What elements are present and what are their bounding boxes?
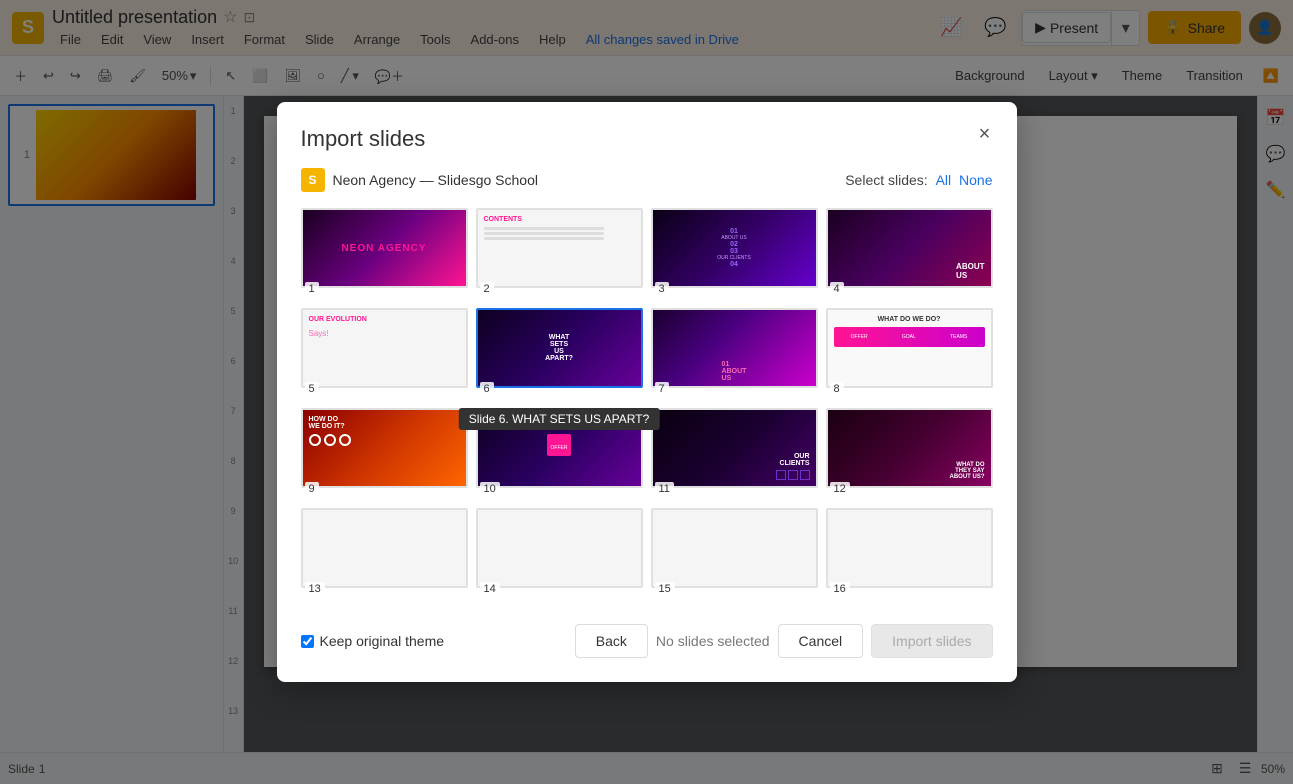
footer-buttons: Back No slides selected Cancel Import sl… bbox=[575, 624, 993, 658]
slide-badge-7: 7 bbox=[655, 382, 669, 396]
slide-badge-15: 15 bbox=[655, 582, 675, 596]
select-all-link[interactable]: All bbox=[936, 172, 952, 188]
slide-thumbnail-3: 01 ABOUT US 02 03 OUR CLIENTS 04 bbox=[651, 208, 818, 288]
keep-theme-label[interactable]: Keep original theme bbox=[320, 633, 445, 649]
slide-badge-11: 11 bbox=[655, 482, 674, 496]
slide-thumbnail-15 bbox=[651, 508, 818, 588]
source-info: S Neon Agency — Slidesgo School bbox=[301, 168, 538, 192]
slides-grid: NEON AGENCY 1 CONTENTS 2 bbox=[301, 208, 993, 600]
select-slides-area: Select slides: All None bbox=[845, 172, 992, 188]
keep-theme-area: Keep original theme bbox=[301, 633, 445, 649]
modal-footer: Keep original theme Back No slides selec… bbox=[301, 616, 993, 658]
modal-overlay: × Import slides S Neon Agency — Slidesgo… bbox=[0, 0, 1293, 784]
slide-badge-9: 9 bbox=[305, 482, 319, 496]
slide-badge-5: 5 bbox=[305, 382, 319, 396]
slide-badge-4: 4 bbox=[830, 282, 844, 296]
source-header: S Neon Agency — Slidesgo School Select s… bbox=[301, 168, 993, 192]
slide-badge-12: 12 bbox=[830, 482, 850, 496]
cancel-button[interactable]: Cancel bbox=[778, 624, 864, 658]
import-slides-button[interactable]: Import slides bbox=[871, 624, 992, 658]
import-slides-modal: × Import slides S Neon Agency — Slidesgo… bbox=[277, 102, 1017, 682]
grid-slide-1[interactable]: NEON AGENCY 1 bbox=[301, 208, 468, 300]
slide-badge-2: 2 bbox=[480, 282, 494, 296]
slide-badge-16: 16 bbox=[830, 582, 850, 596]
slide-badge-8: 8 bbox=[830, 382, 844, 396]
slide-thumbnail-13 bbox=[301, 508, 468, 588]
modal-title: Import slides bbox=[301, 126, 993, 152]
grid-slide-7[interactable]: 01ABOUTUS 7 bbox=[651, 308, 818, 400]
slide-thumbnail-6: WHATSETSUSAPART? bbox=[476, 308, 643, 388]
grid-slide-16[interactable]: 16 bbox=[826, 508, 993, 600]
grid-slide-12[interactable]: WHAT DOTHEY SAYABOUT US? 12 bbox=[826, 408, 993, 500]
grid-slide-5[interactable]: OUR EVOLUTION Says! 5 bbox=[301, 308, 468, 400]
slide-thumbnail-4: ABOUTUS bbox=[826, 208, 993, 288]
grid-slide-3[interactable]: 01 ABOUT US 02 03 OUR CLIENTS 04 3 bbox=[651, 208, 818, 300]
select-label: Select slides: bbox=[845, 172, 927, 188]
slide-badge-13: 13 bbox=[305, 582, 325, 596]
slide-thumbnail-14 bbox=[476, 508, 643, 588]
slide-thumbnail-1: NEON AGENCY bbox=[301, 208, 468, 288]
source-icon: S bbox=[301, 168, 325, 192]
slide-thumbnail-7: 01ABOUTUS bbox=[651, 308, 818, 388]
slide-thumbnail-5: OUR EVOLUTION Says! bbox=[301, 308, 468, 388]
keep-theme-checkbox[interactable] bbox=[301, 635, 314, 648]
slide-thumbnail-2: CONTENTS bbox=[476, 208, 643, 288]
slide-badge-1: 1 bbox=[305, 282, 319, 296]
grid-slide-14[interactable]: 14 bbox=[476, 508, 643, 600]
slide-thumbnail-8: WHAT DO WE DO? OFFER GOAL TEAMS bbox=[826, 308, 993, 388]
grid-slide-4[interactable]: ABOUTUS 4 bbox=[826, 208, 993, 300]
slide-badge-3: 3 bbox=[655, 282, 669, 296]
modal-close-button[interactable]: × bbox=[969, 118, 1001, 150]
grid-slide-8[interactable]: WHAT DO WE DO? OFFER GOAL TEAMS 8 bbox=[826, 308, 993, 400]
slide-thumbnail-9: HOW DOWE DO IT? bbox=[301, 408, 468, 488]
grid-slide-9[interactable]: HOW DOWE DO IT? 9 bbox=[301, 408, 468, 500]
no-slides-status: No slides selected bbox=[656, 633, 770, 649]
grid-slide-6[interactable]: WHATSETSUSAPART? 6 Slide 6. WHAT SETS US… bbox=[476, 308, 643, 400]
slide-thumbnail-16 bbox=[826, 508, 993, 588]
grid-slide-15[interactable]: 15 bbox=[651, 508, 818, 600]
grid-slide-10[interactable]: WHAT DOWE OFFER? OFFER 10 bbox=[476, 408, 643, 500]
slide-thumbnail-12: WHAT DOTHEY SAYABOUT US? bbox=[826, 408, 993, 488]
slide-badge-6: 6 bbox=[480, 382, 494, 396]
back-button[interactable]: Back bbox=[575, 624, 648, 658]
slide-thumbnail-11: OURCLIENTS bbox=[651, 408, 818, 488]
grid-slide-13[interactable]: 13 bbox=[301, 508, 468, 600]
slide-badge-14: 14 bbox=[480, 582, 500, 596]
slide-thumbnail-10: WHAT DOWE OFFER? OFFER bbox=[476, 408, 643, 488]
grid-slide-2[interactable]: CONTENTS 2 bbox=[476, 208, 643, 300]
select-none-link[interactable]: None bbox=[959, 172, 992, 188]
grid-slide-11[interactable]: OURCLIENTS 11 bbox=[651, 408, 818, 500]
slide-badge-10: 10 bbox=[480, 482, 500, 496]
source-name: Neon Agency — Slidesgo School bbox=[333, 172, 538, 188]
